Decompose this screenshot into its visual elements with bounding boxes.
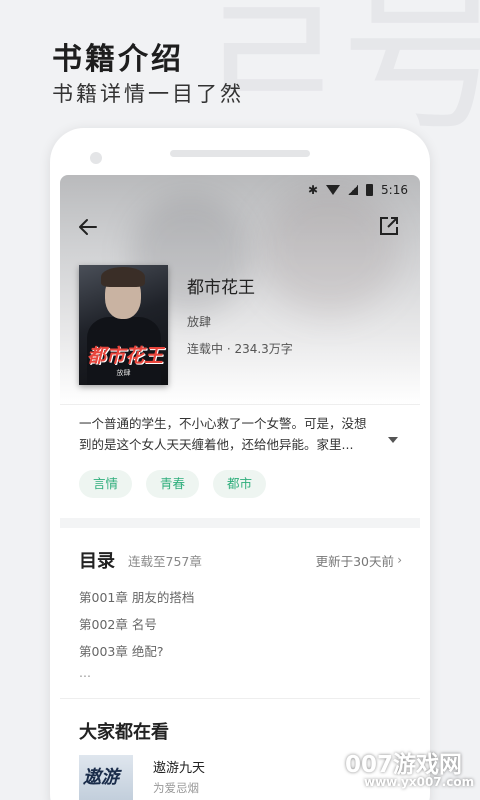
section-separator	[60, 518, 420, 528]
toc-update-link[interactable]: 更新于30天前	[316, 551, 394, 570]
cover-title-text: 都市花王	[86, 345, 163, 367]
status-bar: ✱ 5:16	[308, 181, 408, 199]
chapter-item[interactable]: 第001章 朋友的搭档	[79, 587, 194, 606]
book-status: 连载中 · 234.3万字	[187, 342, 293, 356]
promo-title: 书籍介绍	[52, 42, 184, 77]
signal-icon	[348, 185, 359, 195]
share-button[interactable]	[378, 215, 402, 239]
recommend-title: 大家都在看	[79, 722, 169, 743]
toc-chapter-count: 连载至757章	[128, 554, 202, 569]
status-time: 5:16	[381, 183, 408, 197]
bluetooth-icon: ✱	[307, 183, 319, 197]
arrow-left-icon	[79, 219, 97, 235]
tag-romance[interactable]: 言情	[79, 470, 133, 498]
chapter-more: ...	[79, 665, 91, 680]
tag-list: 言情 青春 都市	[79, 470, 267, 498]
battery-icon	[366, 184, 374, 196]
description-line: 一个普通的学生，不小心救了一个女警。可是，没想	[79, 416, 367, 431]
promo-subtitle: 书籍详情一目了然	[52, 82, 244, 106]
chapter-item[interactable]: 第003章 绝配?	[79, 641, 163, 660]
book-detail-screen: ✱ 5:16 都市花王 放肆 都市花王 放肆 连载中 · 234.3万字 一个普…	[60, 175, 420, 800]
book-title: 都市花王	[187, 278, 255, 298]
tag-urban[interactable]: 都市	[213, 470, 267, 498]
book-description[interactable]: 一个普通的学生，不小心救了一个女警。可是，没想 到的是这个女人天天缠着他，还给他…	[79, 413, 389, 455]
divider	[60, 404, 420, 405]
watermark-logo: 007游戏网	[345, 752, 463, 778]
recommend-book-title[interactable]: 遨游九天	[153, 757, 205, 776]
chapter-item[interactable]: 第002章 名号	[79, 614, 157, 633]
back-button[interactable]	[76, 215, 100, 239]
wifi-icon	[326, 185, 341, 195]
recommend-cover-text: 遨游	[83, 767, 119, 788]
recommend-book-cover[interactable]: 遨游	[79, 755, 133, 800]
toc-title: 目录	[79, 551, 115, 572]
background-decoration: ㄹ号	[193, 0, 480, 154]
recommend-book-author: 为爱忌烟	[153, 781, 199, 795]
chevron-right-icon[interactable]: ›	[397, 553, 402, 567]
external-share-icon	[380, 217, 398, 235]
watermark-url: www.yx007.com	[364, 775, 475, 789]
book-author[interactable]: 放肆	[187, 313, 211, 330]
camera-icon	[90, 152, 102, 164]
cover-author-text: 放肆	[116, 369, 131, 377]
speaker-grille	[170, 150, 310, 157]
description-line: 到的是这个女人天天缠着他，还给他异能。家里...	[79, 437, 354, 452]
tag-youth[interactable]: 青春	[146, 470, 200, 498]
expand-arrow-icon[interactable]	[388, 437, 398, 443]
divider	[60, 698, 420, 699]
book-cover[interactable]: 都市花王 放肆	[79, 265, 168, 385]
